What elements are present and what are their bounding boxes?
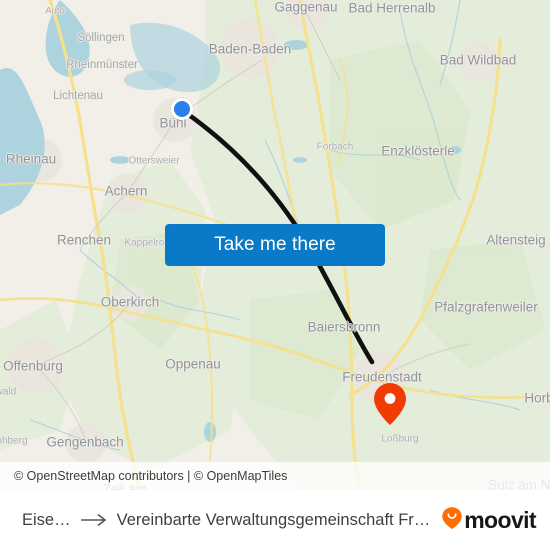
route-destination-label[interactable]: Vereinbarte Verwaltungsgemeinschaft Fre… — [117, 511, 434, 530]
map-canvas[interactable]: Söllingen Gaggenau Bad Herrenalb Baden-B… — [0, 0, 550, 490]
moovit-logo[interactable]: moovit — [441, 506, 537, 535]
take-me-there-label: Take me there — [214, 234, 336, 255]
arrow-right-icon — [80, 513, 108, 527]
map-attribution-text[interactable]: © OpenStreetMap contributors | © OpenMap… — [14, 469, 287, 483]
moovit-pin-icon — [441, 506, 463, 535]
map-attribution: © OpenStreetMap contributors | © OpenMap… — [0, 462, 550, 490]
origin-marker-icon[interactable] — [171, 98, 193, 120]
route-footer: Eise… Vereinbarte Verwaltungsgemeinschaf… — [0, 490, 550, 550]
moovit-wordmark: moovit — [464, 506, 536, 533]
take-me-there-button[interactable]: Take me there — [165, 224, 385, 266]
moovit-map-screen: Söllingen Gaggenau Bad Herrenalb Baden-B… — [0, 0, 550, 550]
route-origin-label[interactable]: Eise… — [22, 511, 71, 530]
route-summary: Eise… Vereinbarte Verwaltungsgemeinschaf… — [22, 511, 433, 530]
